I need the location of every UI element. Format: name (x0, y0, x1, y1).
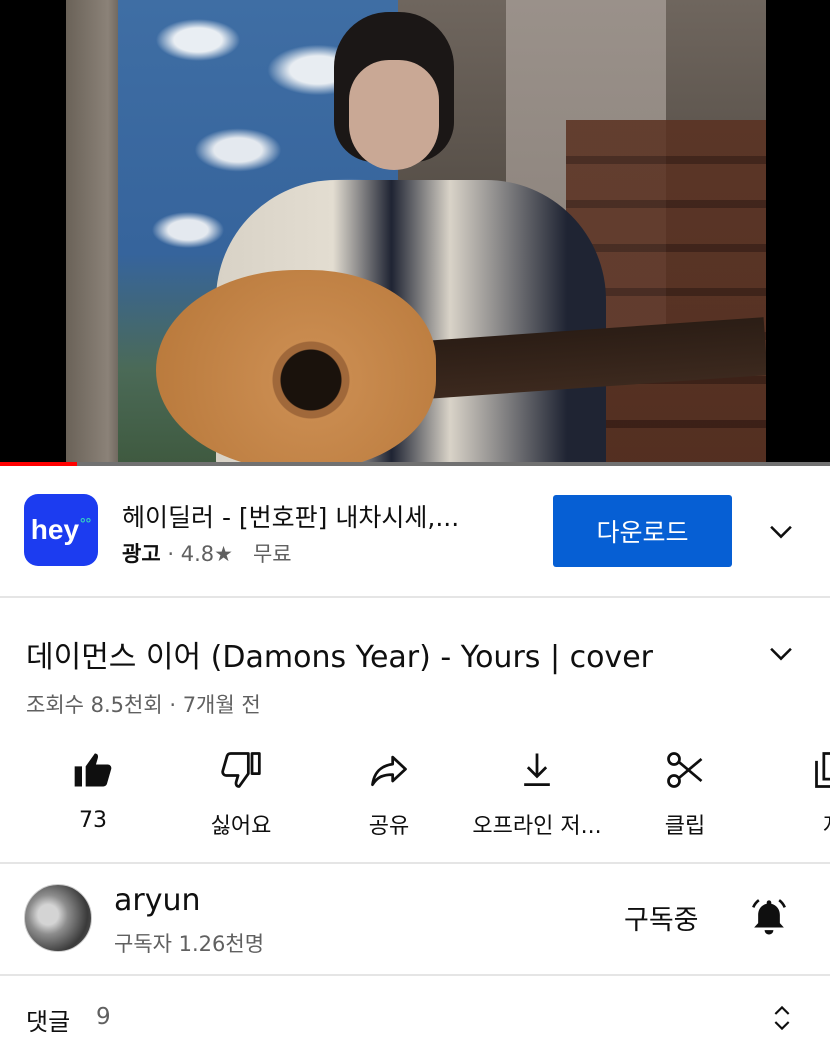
scissors-icon (667, 752, 703, 788)
ad-logo-text: hey (30, 514, 80, 545)
download-icon (524, 753, 550, 787)
scene-wall-left (66, 0, 126, 462)
video-frame (66, 0, 766, 462)
video-meta[interactable]: 조회수 8.5천회 · 7개월 전 (26, 689, 261, 719)
dislike-label: 싫어요 (210, 814, 272, 839)
scene-guitar-body (156, 270, 436, 462)
ad-meta: 광고 · 4.8★ 무료 (122, 538, 292, 568)
clip-button[interactable]: 클립 (610, 748, 760, 840)
ad-price: 무료 (252, 542, 292, 566)
save-playlist-button[interactable]: 저 (758, 748, 830, 840)
ad-title[interactable]: 헤이딜러 - [번호판] 내차시세,... (122, 498, 459, 534)
ad-separator: · (167, 542, 175, 566)
ad-rating: 4.8★ (180, 542, 233, 566)
share-button[interactable]: 공유 (314, 748, 464, 840)
expand-icon[interactable] (766, 1000, 798, 1036)
offline-save-button[interactable]: 오프라인 저... (462, 748, 612, 840)
comments-count: 9 (96, 1004, 111, 1030)
ad-download-button[interactable]: 다운로드 (553, 495, 732, 567)
save-playlist-icon (815, 752, 830, 788)
divider (0, 862, 830, 864)
like-count: 73 (79, 808, 107, 833)
divider (0, 974, 830, 976)
clip-label: 클립 (664, 814, 706, 839)
channel-subscribers: 구독자 1.26천명 (114, 932, 265, 956)
dislike-button[interactable]: 싫어요 (166, 748, 316, 840)
ad-logo-dots: °° (80, 515, 92, 531)
video-title[interactable]: 데이먼스 이어 (Damons Year) - Yours | cover (26, 632, 653, 676)
save-playlist-label: 저 (758, 808, 830, 840)
ad-badge: 광고 (122, 542, 161, 566)
chevron-down-icon[interactable] (764, 636, 798, 670)
thumbs-up-icon (74, 753, 112, 787)
share-label: 공유 (368, 814, 410, 839)
divider (0, 596, 830, 598)
scene-person-face (349, 60, 439, 170)
share-icon (371, 755, 407, 787)
video-player[interactable] (0, 0, 830, 466)
comments-label[interactable]: 댓글 (26, 1002, 70, 1037)
offline-save-label: 오프라인 저... (472, 814, 602, 839)
ad-app-logo[interactable]: hey °° (24, 494, 98, 566)
chevron-down-icon[interactable] (764, 514, 798, 548)
bell-icon[interactable] (748, 896, 790, 938)
ad-banner[interactable]: hey °° 헤이딜러 - [번호판] 내차시세,... 광고 · 4.8★ 무료… (0, 466, 830, 596)
channel-avatar[interactable] (24, 884, 92, 952)
thumbs-down-icon (221, 752, 261, 788)
like-button[interactable]: 73 (18, 748, 168, 833)
subscribed-button[interactable]: 구독중 (624, 898, 699, 937)
channel-name[interactable]: aryun (114, 883, 201, 918)
